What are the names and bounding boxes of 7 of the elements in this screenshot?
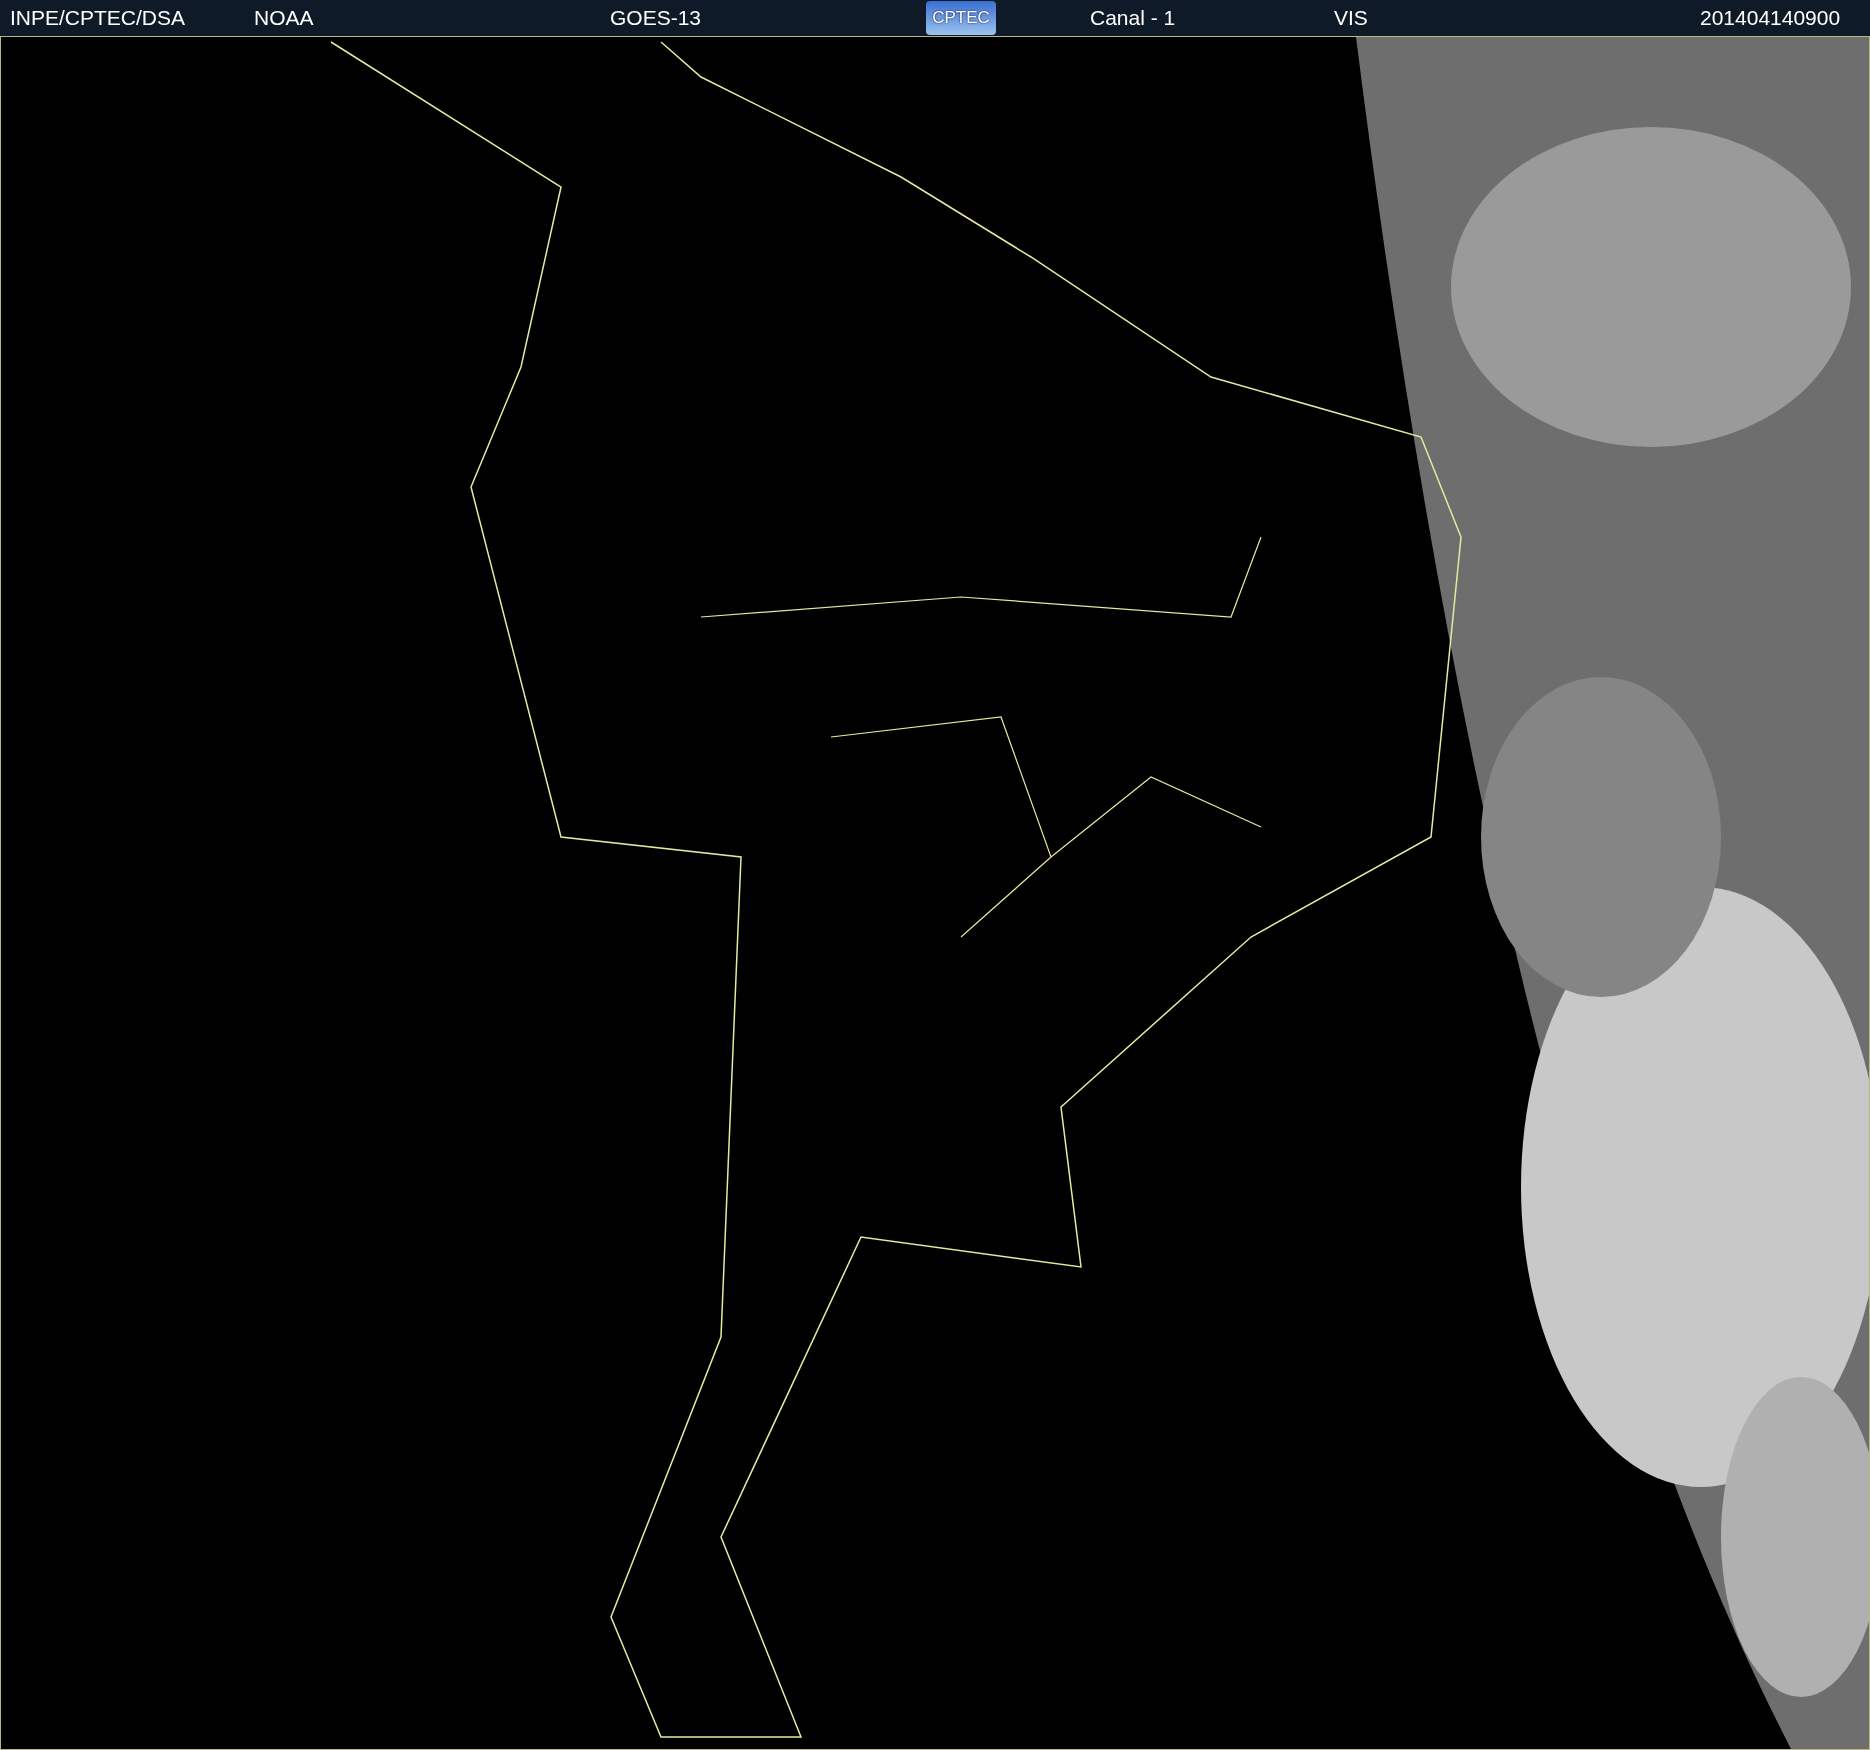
timestamp: 201404140900 [1700, 6, 1842, 30]
logo: CPTEC [926, 1, 996, 35]
header-label: VIS [1334, 6, 1368, 30]
header-label: NOAA [254, 6, 314, 30]
header-label: INPE/CPTEC/DSA [10, 6, 186, 30]
header-label: GOES-13 [610, 6, 702, 30]
header-label: Canal - 1 [1090, 6, 1176, 30]
